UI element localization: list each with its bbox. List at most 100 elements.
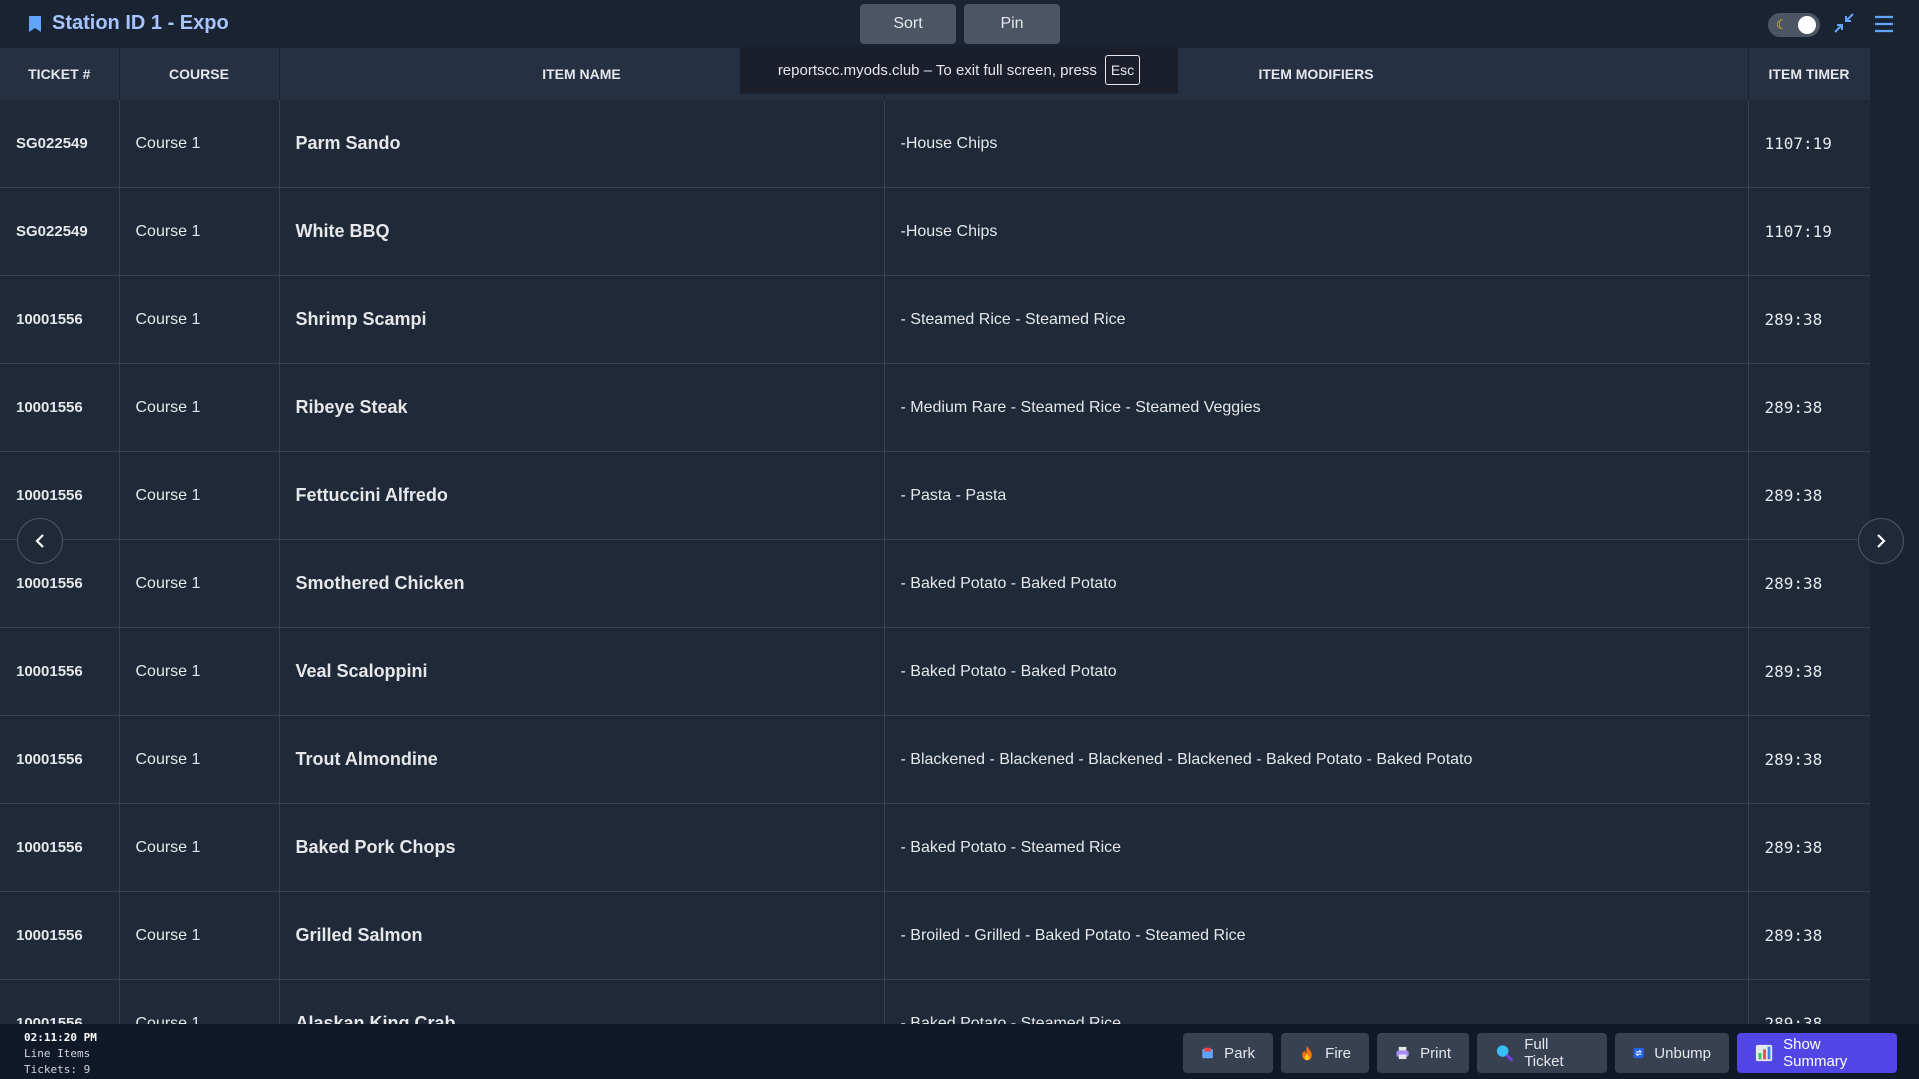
item-modifiers-cell: - Baked Potato - Baked Potato: [884, 539, 1749, 628]
item-name-cell: Smothered Chicken: [279, 539, 885, 628]
compress-icon[interactable]: [1833, 12, 1855, 34]
ticket-cell: 10001556: [0, 451, 120, 540]
column-header-item-timer[interactable]: ITEM TIMER: [1748, 48, 1870, 100]
ticket-cell: 10001556: [0, 891, 120, 980]
column-header-course[interactable]: COURSE: [119, 48, 280, 100]
course-cell: Course 1: [119, 187, 280, 276]
column-header-ticket[interactable]: TICKET #: [0, 48, 120, 100]
item-name-cell: Parm Sando: [279, 100, 885, 188]
ticket-cell: 10001556: [0, 979, 120, 1024]
course-cell: Course 1: [119, 275, 280, 364]
ticket-cell: 10001556: [0, 275, 120, 364]
table-row[interactable]: 10001556 Course 1 Trout Almondine - Blacken…: [0, 715, 1870, 804]
item-modifiers-cell: - Broiled - Grilled - Baked Potato - Ste…: [884, 891, 1749, 980]
table-row[interactable]: 10001556 Course 1 Veal Scaloppini - Baked P…: [0, 627, 1870, 716]
fire-icon: [1302, 1045, 1312, 1061]
printer-icon: [1396, 1046, 1409, 1060]
sort-button[interactable]: Sort: [860, 4, 956, 44]
item-timer-cell: 289:38: [1748, 539, 1870, 628]
ticket-cell: 10001556: [0, 627, 120, 716]
table-row[interactable]: 10001556 Course 1 Alaskan King Crab - Baked…: [0, 979, 1870, 1024]
fullscreen-notice-text: reportscc.myods.club – To exit full scre…: [777, 61, 1097, 79]
item-modifiers-cell: - Baked Potato - Steamed Rice: [884, 803, 1749, 892]
item-timer-cell: 289:38: [1748, 803, 1870, 892]
item-modifiers-cell: - Pasta - Pasta: [884, 451, 1749, 540]
table-row[interactable]: 10001556 Course 1 Grilled Salmon - Broiled …: [0, 891, 1870, 980]
next-page-button[interactable]: [1858, 518, 1904, 564]
item-name-cell: Alaskan King Crab: [279, 979, 885, 1024]
prev-page-button[interactable]: [17, 518, 63, 564]
ticket-cell: 10001556: [0, 803, 120, 892]
item-modifiers-cell: - Blackened - Blackened - Blackened - Bl…: [884, 715, 1749, 804]
summary-chart-icon: [1755, 1044, 1773, 1062]
table-row[interactable]: 10001556 Course 1 Smothered Chicken - Baked…: [0, 539, 1870, 628]
ticket-count: Tickets: 9: [24, 1063, 91, 1076]
bookmark-icon: [29, 15, 41, 32]
item-timer-cell: 289:38: [1748, 891, 1870, 980]
table-row[interactable]: SG022549 Course 1 White BBQ -House Chips 110…: [0, 187, 1870, 276]
ticket-cell: SG022549: [0, 100, 120, 188]
table-row[interactable]: 10001556 Course 1 Fettuccini Alfredo - Past…: [0, 451, 1870, 540]
view-mode: Line Items: [24, 1047, 91, 1060]
fullscreen-notice: reportscc.myods.club – To exit full scre…: [740, 46, 1178, 94]
park-button[interactable]: Park: [1183, 1033, 1273, 1073]
course-cell: Course 1: [119, 979, 280, 1024]
table-row[interactable]: 10001556 Course 1 Baked Pork Chops - Baked …: [0, 803, 1870, 892]
course-cell: Course 1: [119, 715, 280, 804]
course-cell: Course 1: [119, 891, 280, 980]
course-cell: Course 1: [119, 627, 280, 716]
ticket-cell: 10001556: [0, 363, 120, 452]
bottom-bar: 02:11:20 PM Line Items Tickets: 9 Park F…: [0, 1024, 1919, 1079]
full-ticket-label: Full Ticket: [1524, 1036, 1564, 1070]
top-bar: Station ID 1 - Expo Sort Pin ☾: [0, 0, 1919, 48]
station-title: Station ID 1 - Expo: [28, 12, 229, 35]
park-icon: [1202, 1047, 1213, 1059]
table-row[interactable]: 10001556 Course 1 Ribeye Steak - Medium Rar…: [0, 363, 1870, 452]
print-button[interactable]: Print: [1377, 1033, 1469, 1073]
magnifier-icon: [1496, 1045, 1514, 1062]
ticket-cell: 10001556: [0, 715, 120, 804]
esc-key: Esc: [1104, 55, 1141, 85]
item-modifiers-cell: - Steamed Rice - Steamed Rice: [884, 275, 1749, 364]
item-timer-cell: 289:38: [1748, 979, 1870, 1024]
item-name-cell: White BBQ: [279, 187, 885, 276]
item-name-cell: Fettuccini Alfredo: [279, 451, 885, 540]
unbump-button[interactable]: Unbump: [1615, 1033, 1729, 1073]
chevron-left-icon: [35, 534, 44, 548]
theme-toggle[interactable]: ☾: [1768, 13, 1820, 37]
moon-icon: ☾: [1776, 17, 1788, 32]
item-modifiers-cell: - Baked Potato - Baked Potato: [884, 627, 1749, 716]
item-timer-cell: 289:38: [1748, 451, 1870, 540]
park-label: Park: [1224, 1044, 1255, 1062]
item-timer-cell: 289:38: [1748, 627, 1870, 716]
show-summary-label: Show Summary: [1783, 1036, 1848, 1070]
toggle-knob: [1798, 16, 1816, 34]
fire-button[interactable]: Fire: [1281, 1033, 1369, 1073]
pin-button[interactable]: Pin: [964, 4, 1060, 44]
print-label: Print: [1420, 1044, 1451, 1062]
item-timer-cell: 289:38: [1748, 363, 1870, 452]
item-modifiers-cell: -House Chips: [884, 100, 1749, 188]
full-ticket-button[interactable]: Full Ticket: [1477, 1033, 1607, 1073]
clock: 02:11:20 PM: [24, 1031, 97, 1044]
items-table: TICKET # COURSE ITEM NAME ITEM MODIFIERS…: [0, 48, 1870, 1024]
fire-label: Fire: [1325, 1044, 1351, 1062]
show-summary-button[interactable]: Show Summary: [1737, 1033, 1897, 1073]
unbump-icon: [1633, 1047, 1644, 1059]
chevron-right-icon: [1877, 534, 1886, 548]
item-name-cell: Shrimp Scampi: [279, 275, 885, 364]
item-timer-cell: 289:38: [1748, 715, 1870, 804]
course-cell: Course 1: [119, 100, 280, 188]
course-cell: Course 1: [119, 803, 280, 892]
item-timer-cell: 1107:19: [1748, 187, 1870, 276]
table-row[interactable]: 10001556 Course 1 Shrimp Scampi - Steamed R…: [0, 275, 1870, 364]
hamburger-menu-icon[interactable]: [1873, 14, 1895, 34]
unbump-label: Unbump: [1654, 1044, 1711, 1062]
item-modifiers-cell: - Baked Potato - Steamed Rice: [884, 979, 1749, 1024]
item-name-cell: Baked Pork Chops: [279, 803, 885, 892]
station-title-text: Station ID 1 - Expo: [52, 12, 229, 34]
item-name-cell: Ribeye Steak: [279, 363, 885, 452]
course-cell: Course 1: [119, 539, 280, 628]
table-row[interactable]: SG022549 Course 1 Parm Sando -House Chips 11…: [0, 100, 1870, 188]
course-cell: Course 1: [119, 451, 280, 540]
